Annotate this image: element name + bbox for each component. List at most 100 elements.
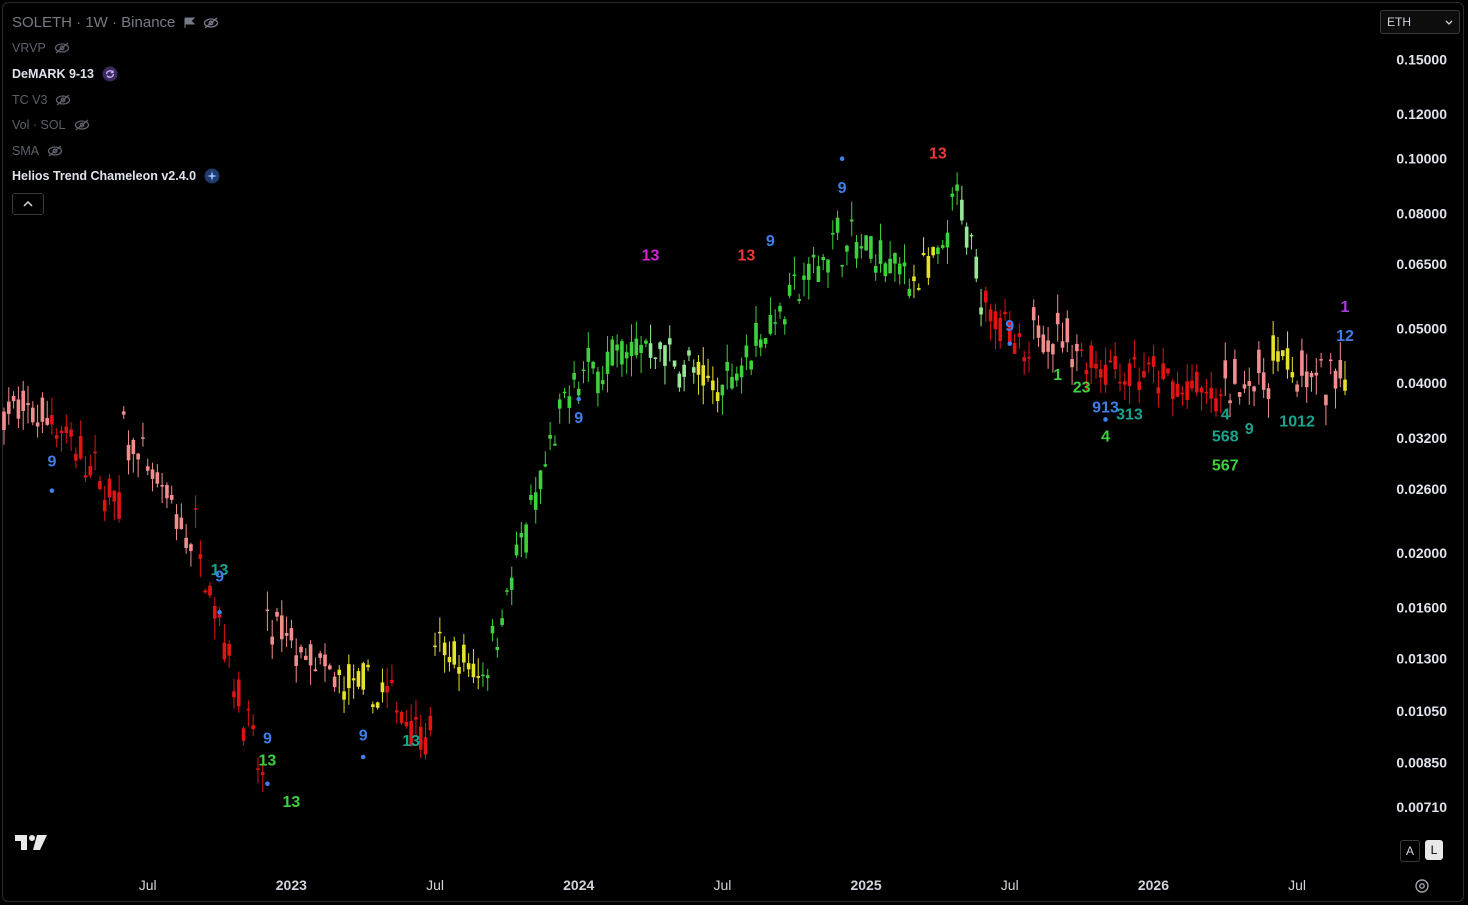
eye-off-icon[interactable] [203, 17, 219, 29]
candle-body [471, 663, 476, 678]
candle-body [1233, 359, 1237, 384]
indicator-volume[interactable]: Vol · SOL [12, 112, 220, 138]
candle-body [691, 367, 696, 373]
candle-body [1204, 392, 1209, 394]
indicator-demark[interactable]: DeMARK 9-13 [12, 61, 220, 87]
x-tick-label: Jul [1001, 877, 1019, 893]
candle-body [203, 590, 207, 593]
candle-body [1228, 400, 1232, 404]
candle-body [739, 365, 744, 378]
candle-body [78, 436, 83, 459]
candle-body [21, 390, 25, 412]
candle-body [64, 426, 69, 434]
candle-body [150, 469, 155, 479]
candle-body [1031, 307, 1036, 321]
indicator-sma[interactable]: SMA [12, 138, 220, 164]
indicator-helios[interactable]: Helios Trend Chameleon v2.4.0 [12, 164, 220, 190]
candle-body [385, 685, 389, 693]
candle-body [165, 485, 169, 499]
x-tick-label: 2025 [850, 877, 881, 893]
y-tick-label: 0.01600 [1396, 600, 1447, 616]
candle-body [653, 357, 658, 359]
candle-body [117, 492, 121, 519]
candle-body [816, 266, 821, 282]
candle-body [208, 585, 212, 596]
gear-icon[interactable] [1413, 877, 1431, 895]
collapse-legend-button[interactable] [12, 193, 44, 216]
candle-body [888, 258, 892, 274]
eye-off-icon[interactable] [47, 145, 63, 157]
refresh-icon[interactable] [102, 66, 118, 82]
sparkle-icon[interactable] [204, 168, 220, 184]
candle-body [883, 263, 888, 277]
candle-body [179, 517, 184, 530]
td-count-label: 13 [259, 753, 277, 770]
chevron-up-icon [23, 201, 33, 207]
candle-body [16, 399, 21, 419]
price-axis: 0.15000 0.12000 0.10000 0.08000 0.06500 0.050… [1396, 51, 1447, 814]
eye-off-icon[interactable] [74, 119, 90, 131]
candle-body [83, 475, 88, 478]
candle-body [1328, 359, 1333, 362]
candle-body [768, 315, 773, 334]
candle-body [356, 671, 361, 687]
candle-body [366, 664, 370, 668]
candle-body [1338, 360, 1343, 379]
candle-body [644, 340, 648, 344]
candle-body [1070, 359, 1074, 368]
candle-body [141, 437, 145, 439]
candle-body [1012, 343, 1017, 354]
candle-body [1055, 312, 1060, 325]
candle-body [318, 653, 323, 658]
y-tick-label: 0.04000 [1396, 375, 1447, 391]
candle-body [1194, 371, 1199, 393]
candle-body [945, 232, 950, 248]
candle-body [916, 288, 921, 290]
candle-body [1017, 333, 1022, 337]
y-tick-label: 0.02600 [1396, 481, 1447, 497]
candle-body [1079, 349, 1084, 352]
candle-body [433, 645, 437, 648]
time-axis: Jul 2023 Jul 2024 Jul 2025 Jul 2026 Jul [139, 877, 1306, 893]
tradingview-logo-icon[interactable] [15, 832, 49, 852]
candle-body [984, 290, 988, 303]
candle-body [701, 365, 706, 386]
td-count-label: 13 [642, 248, 660, 265]
symbol-select[interactable]: ETH [1380, 10, 1460, 34]
candle-body [1156, 387, 1161, 394]
indicator-tc[interactable]: TC V3 [12, 87, 220, 113]
candle-body [893, 252, 897, 264]
candle-body [696, 361, 701, 375]
candle-body [1290, 372, 1295, 378]
candle-body [371, 704, 375, 707]
td-count-label: 9 [359, 728, 368, 745]
candle-body [217, 614, 222, 618]
td-count-label: 567 [1212, 458, 1239, 475]
candle-body [351, 678, 356, 681]
candle-body [184, 537, 188, 548]
indicator-label: SMA [12, 143, 40, 158]
candle-body [466, 663, 471, 670]
eye-off-icon[interactable] [55, 94, 71, 106]
candle-body [811, 254, 816, 258]
candle-body [1170, 381, 1175, 399]
candle-body [749, 360, 753, 370]
candle-body [1036, 325, 1041, 338]
candle-body [2, 411, 6, 430]
candle-body [586, 347, 591, 362]
candle-body [1242, 384, 1247, 389]
price-chart[interactable]: 9139913139 13913 13991391239134313 45685679… [0, 0, 1468, 905]
candle-body [1084, 369, 1089, 375]
candle-body [1065, 318, 1070, 343]
candle-body [74, 453, 78, 461]
eye-off-icon[interactable] [54, 42, 70, 54]
td-count-label: 13 [402, 733, 420, 750]
indicator-vrvp[interactable]: VRVP [12, 36, 220, 62]
log-scale-button[interactable]: L [1425, 840, 1443, 860]
flag-icon[interactable] [183, 17, 196, 29]
auto-scale-button[interactable]: A [1400, 840, 1420, 862]
candle-body [562, 391, 567, 394]
candle-body [667, 338, 672, 345]
symbol-title: SOLETH · 1W · Binance [12, 14, 176, 32]
x-tick-label: 2023 [276, 877, 307, 893]
